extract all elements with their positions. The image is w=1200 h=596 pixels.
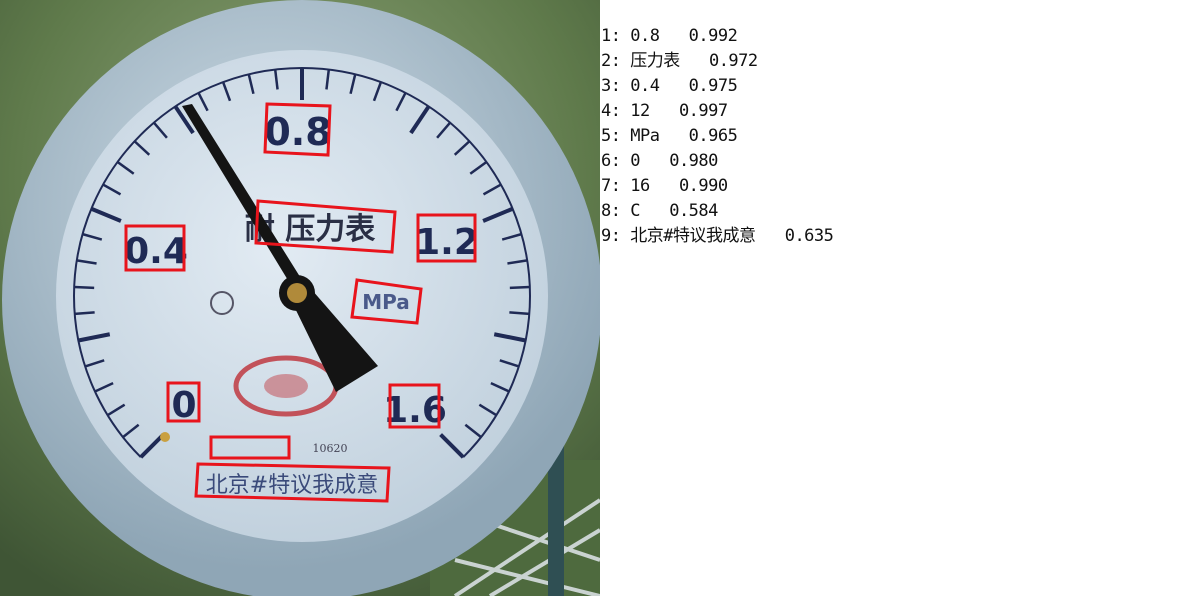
maker-name: 北京#特议我成意 bbox=[206, 473, 378, 498]
dial-number-1-6: 1.6 bbox=[383, 390, 447, 431]
dial-tick bbox=[74, 311, 95, 316]
dial-number-0-8: 0.8 bbox=[264, 110, 331, 154]
result-line-8: 8: C 0.584 bbox=[601, 201, 718, 221]
dial-tick bbox=[74, 285, 95, 290]
dial-number-1-2: 1.2 bbox=[415, 222, 479, 263]
result-line-7: 7: 16 0.990 bbox=[601, 176, 728, 196]
result-line-9: 9: 北京#特议我成意 0.635 bbox=[601, 226, 834, 246]
dial-number-0-4: 0.4 bbox=[124, 231, 188, 272]
result-line-4: 4: 12 0.997 bbox=[601, 101, 728, 121]
gauge-photo: 0.8 0.4 1.2 0 1.6 MPa 耐 压力表 北京#特议我成意 106… bbox=[0, 0, 600, 596]
dial-tick bbox=[509, 311, 530, 316]
dial-tick bbox=[509, 285, 530, 290]
result-line-6: 6: 0 0.980 bbox=[601, 151, 718, 171]
result-line-5: 5: MPa 0.965 bbox=[601, 126, 738, 146]
result-line-1: 1: 0.8 0.992 bbox=[601, 26, 738, 46]
photo-panel: 0.8 0.4 1.2 0 1.6 MPa 耐 压力表 北京#特议我成意 106… bbox=[0, 0, 600, 596]
result-line-2: 2: 压力表 0.972 bbox=[601, 51, 758, 71]
result-line-3: 3: 0.4 0.975 bbox=[601, 76, 738, 96]
results-panel: 1: 0.8 0.992 2: 压力表 0.972 3: 0.4 0.975 4… bbox=[600, 0, 1200, 596]
unit-label: MPa bbox=[362, 290, 410, 314]
serial-number: 10620 bbox=[313, 442, 348, 455]
